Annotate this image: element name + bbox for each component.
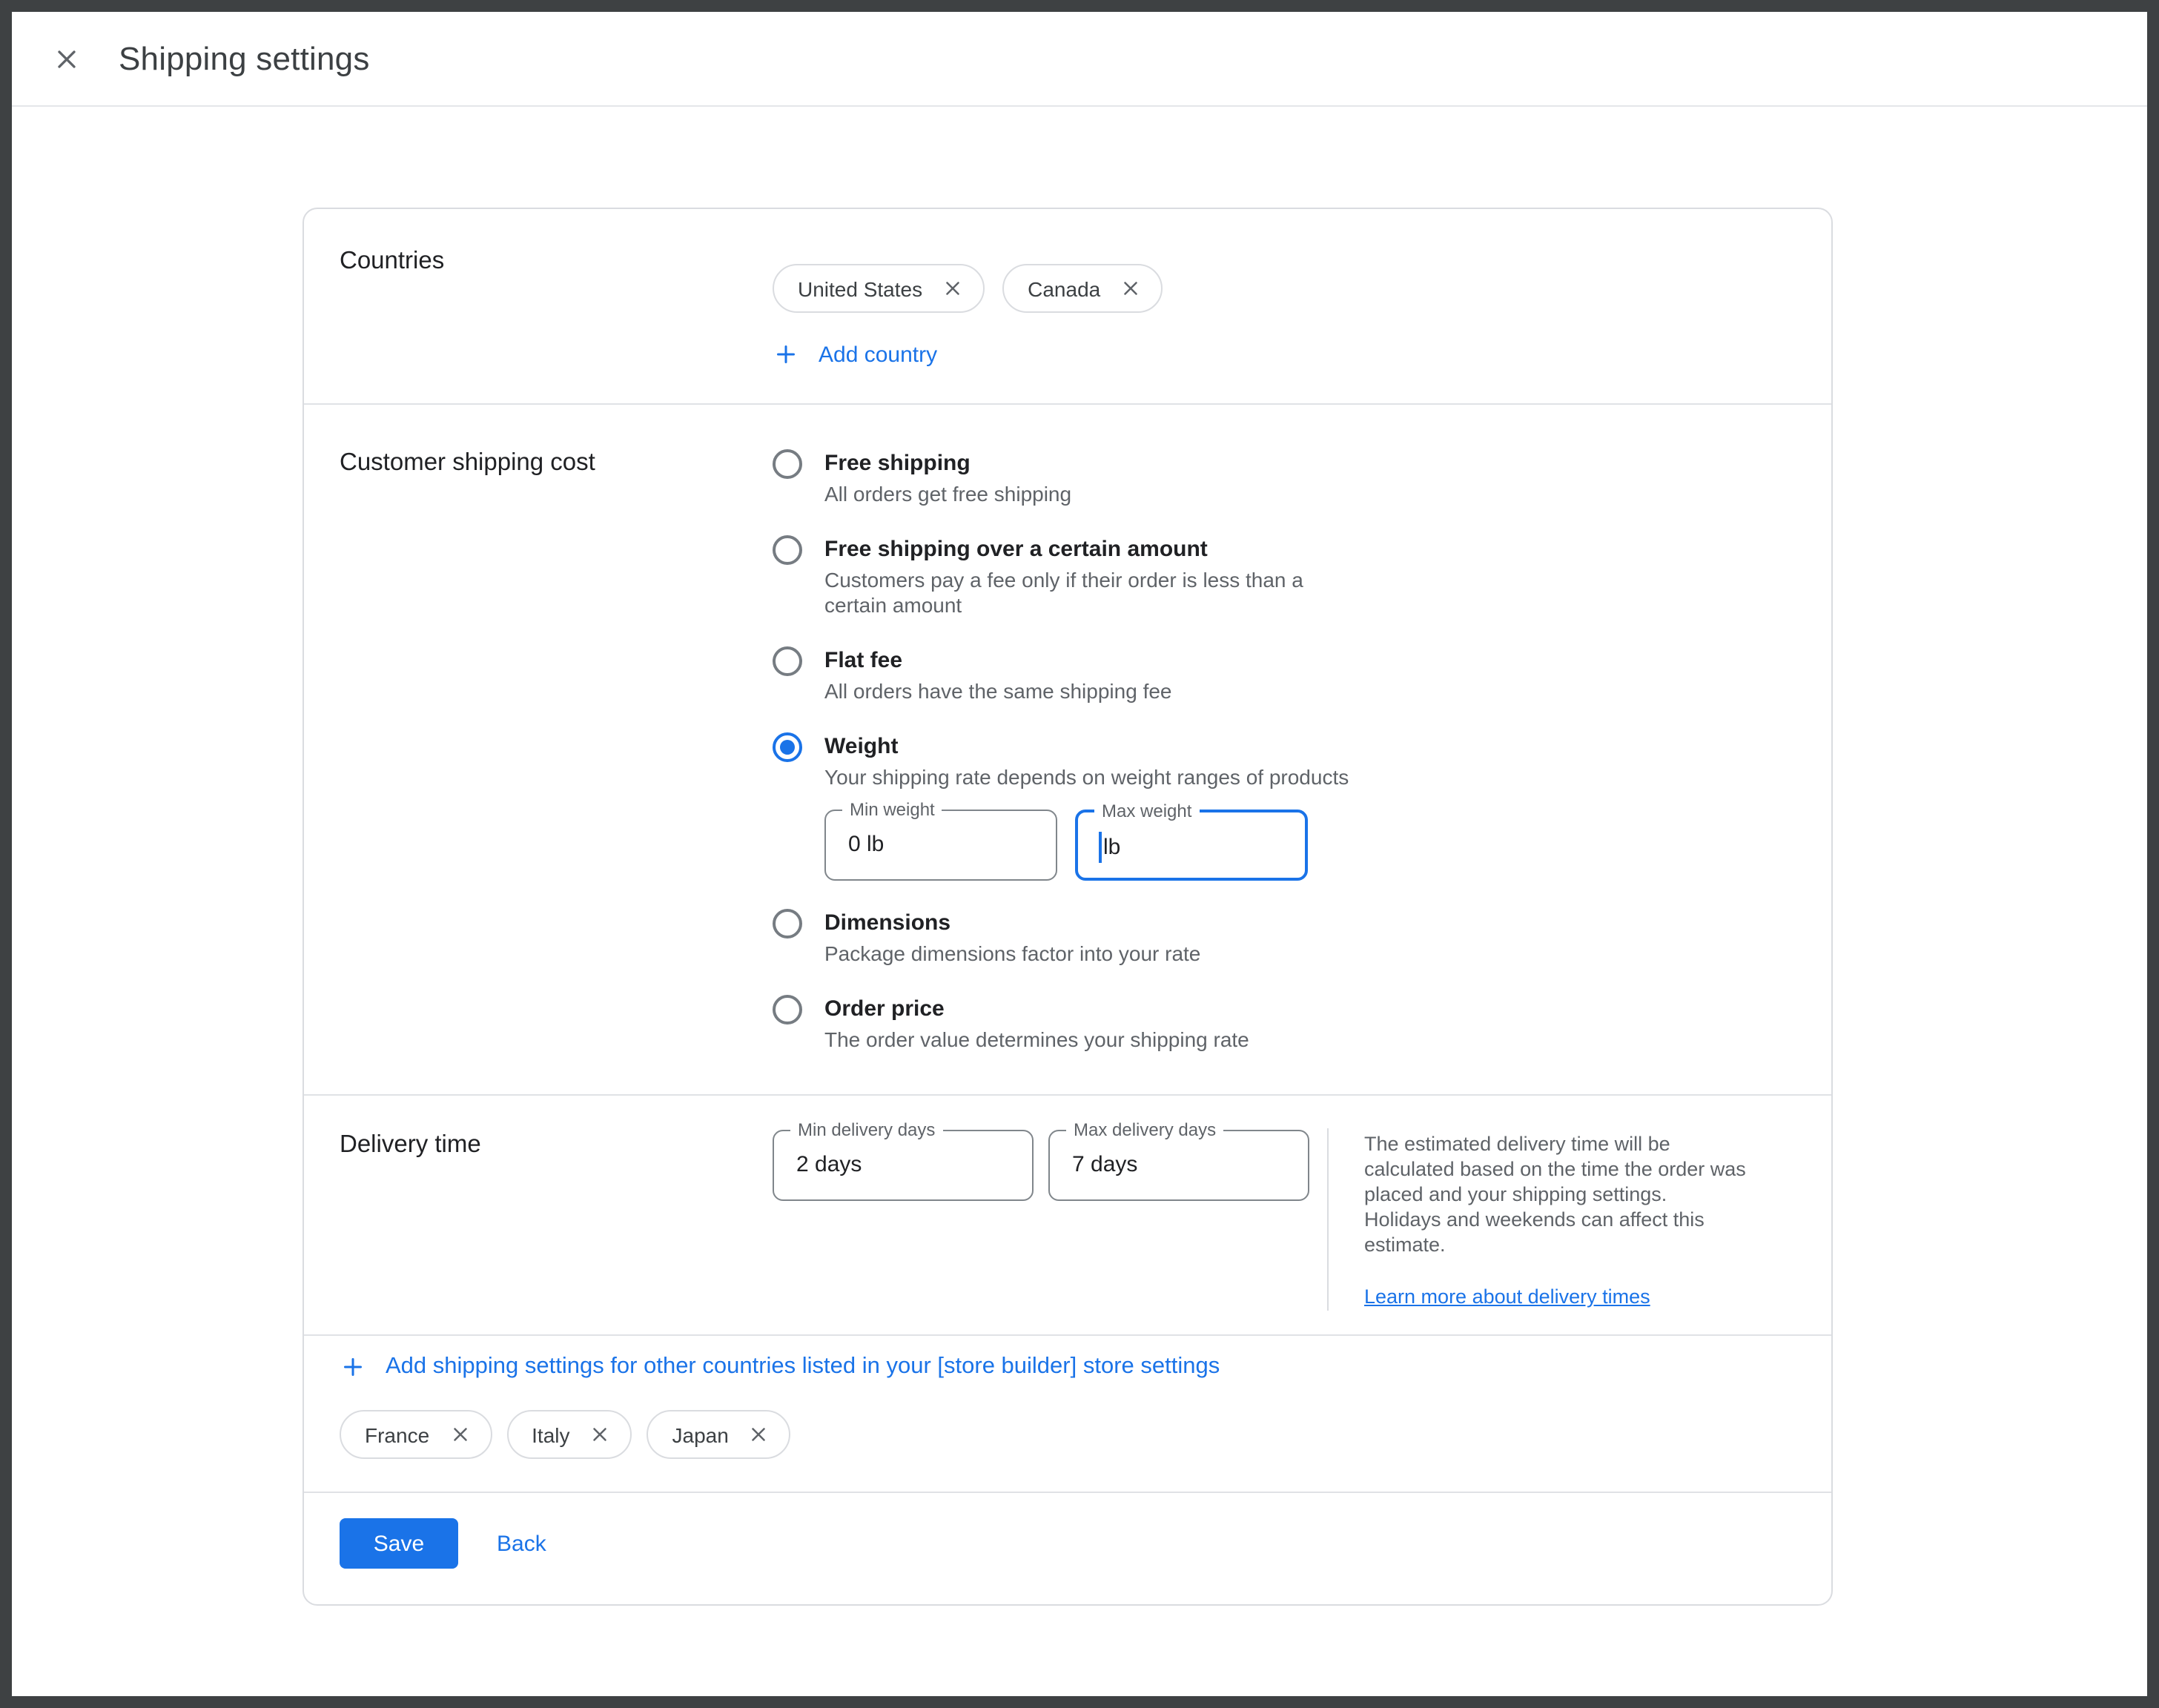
option-title: Weight <box>824 734 1349 761</box>
remove-country-icon[interactable] <box>1120 277 1142 299</box>
option-description: All orders have the same shipping fee <box>824 679 1172 704</box>
max-weight-value: lb <box>1103 835 1120 860</box>
add-shipping-settings-label: Add shipping settings for other countrie… <box>386 1354 1220 1380</box>
radio-dimensions[interactable] <box>773 909 802 939</box>
shipping-cost-label: Customer shipping cost <box>340 446 773 1053</box>
save-button[interactable]: Save <box>340 1518 458 1569</box>
option-dimensions: Dimensions Package dimensions factor int… <box>773 910 1370 967</box>
min-weight-value: 0 lb <box>848 832 884 857</box>
chip-label: Canada <box>1028 277 1100 300</box>
close-icon <box>52 44 82 73</box>
max-delivery-days-label: Max delivery days <box>1066 1119 1223 1140</box>
max-weight-label: Max weight <box>1094 801 1199 821</box>
radio-free-over-amount[interactable] <box>773 535 802 565</box>
radio-free-shipping[interactable] <box>773 449 802 479</box>
remove-country-icon[interactable] <box>449 1423 471 1446</box>
close-button[interactable] <box>50 42 83 75</box>
plus-icon <box>340 1354 366 1380</box>
option-title: Order price <box>824 996 1249 1023</box>
option-order-price: Order price The order value determines y… <box>773 996 1370 1053</box>
dialog-window: Shipping settings Countries United State… <box>0 0 2159 1708</box>
option-title: Free shipping over a certain amount <box>824 537 1370 563</box>
option-description: Package dimensions factor into your rate <box>824 941 1200 967</box>
note-line: The estimated delivery time will be <box>1364 1131 1796 1156</box>
delivery-fields-row: Min delivery days 2 days Max delivery da… <box>773 1130 1309 1201</box>
country-chip-japan: Japan <box>647 1410 791 1459</box>
chip-label: Italy <box>532 1423 569 1446</box>
add-country-button[interactable]: Add country <box>773 341 1163 368</box>
min-delivery-days-value: 2 days <box>796 1152 862 1177</box>
chip-label: France <box>365 1423 429 1446</box>
radio-flat-fee[interactable] <box>773 646 802 676</box>
min-delivery-days-field[interactable]: Min delivery days 2 days <box>773 1130 1034 1201</box>
other-countries-section: Add shipping settings for other countrie… <box>304 1336 1831 1493</box>
note-line: calculated based on the time the order w… <box>1364 1156 1796 1182</box>
add-country-label: Add country <box>819 342 937 367</box>
radio-weight-selected[interactable] <box>773 732 802 762</box>
option-description: Customers pay a fee only if their order … <box>824 568 1370 618</box>
learn-more-delivery-times-link[interactable]: Learn more about delivery times <box>1364 1285 1650 1308</box>
shipping-settings-card: Countries United States Canada <box>302 208 1833 1606</box>
countries-label: Countries <box>340 245 773 368</box>
add-shipping-settings-link[interactable]: Add shipping settings for other countrie… <box>340 1354 1796 1380</box>
min-weight-field[interactable]: Min weight 0 lb <box>824 810 1057 881</box>
chip-label: Japan <box>672 1423 729 1446</box>
country-chip-canada: Canada <box>1002 264 1163 313</box>
delivery-time-label: Delivery time <box>340 1128 773 1311</box>
note-line: estimate. <box>1364 1232 1796 1257</box>
dialog-header: Shipping settings <box>12 12 2147 107</box>
footer-actions: Save Back <box>304 1493 1831 1604</box>
radio-order-price[interactable] <box>773 995 802 1025</box>
country-chip-united-states: United States <box>773 264 985 313</box>
max-delivery-days-value: 7 days <box>1072 1152 1137 1177</box>
plus-icon <box>773 341 799 368</box>
text-cursor <box>1099 832 1102 863</box>
option-title: Dimensions <box>824 910 1200 937</box>
option-description: All orders get free shipping <box>824 482 1071 507</box>
option-description: Your shipping rate depends on weight ran… <box>824 765 1349 790</box>
country-chip-italy: Italy <box>506 1410 632 1459</box>
option-title: Free shipping <box>824 451 1071 477</box>
note-line: Holidays and weekends can affect this <box>1364 1207 1796 1232</box>
option-title: Flat fee <box>824 648 1172 675</box>
note-line: placed and your shipping settings. <box>1364 1182 1796 1207</box>
max-weight-field[interactable]: Max weight lb <box>1075 810 1308 881</box>
option-weight: Weight Your shipping rate depends on wei… <box>773 734 1370 881</box>
delivery-time-section: Delivery time Min delivery days 2 days M… <box>304 1096 1831 1336</box>
shipping-cost-section: Customer shipping cost Free shipping All… <box>304 405 1831 1096</box>
option-flat-fee: Flat fee All orders have the same shippi… <box>773 648 1370 704</box>
countries-section: Countries United States Canada <box>304 209 1831 405</box>
country-chip-france: France <box>340 1410 492 1459</box>
remove-country-icon[interactable] <box>942 277 964 299</box>
country-chip-row: United States Canada <box>773 264 1163 313</box>
min-weight-label: Min weight <box>842 799 942 820</box>
remove-country-icon[interactable] <box>589 1423 612 1446</box>
min-delivery-days-label: Min delivery days <box>790 1119 942 1140</box>
page-title: Shipping settings <box>119 39 370 78</box>
other-country-chip-row: France Italy Japan <box>340 1410 1796 1459</box>
back-link[interactable]: Back <box>497 1531 546 1556</box>
delivery-time-note: The estimated delivery time will be calc… <box>1327 1128 1796 1311</box>
chip-label: United States <box>798 277 922 300</box>
weight-fields-row: Min weight 0 lb Max weight lb <box>824 810 1349 881</box>
option-description: The order value determines your shipping… <box>824 1027 1249 1053</box>
option-free-over-amount: Free shipping over a certain amount Cust… <box>773 537 1370 618</box>
option-free-shipping: Free shipping All orders get free shippi… <box>773 451 1370 507</box>
max-delivery-days-field[interactable]: Max delivery days 7 days <box>1048 1130 1309 1201</box>
remove-country-icon[interactable] <box>748 1423 770 1446</box>
